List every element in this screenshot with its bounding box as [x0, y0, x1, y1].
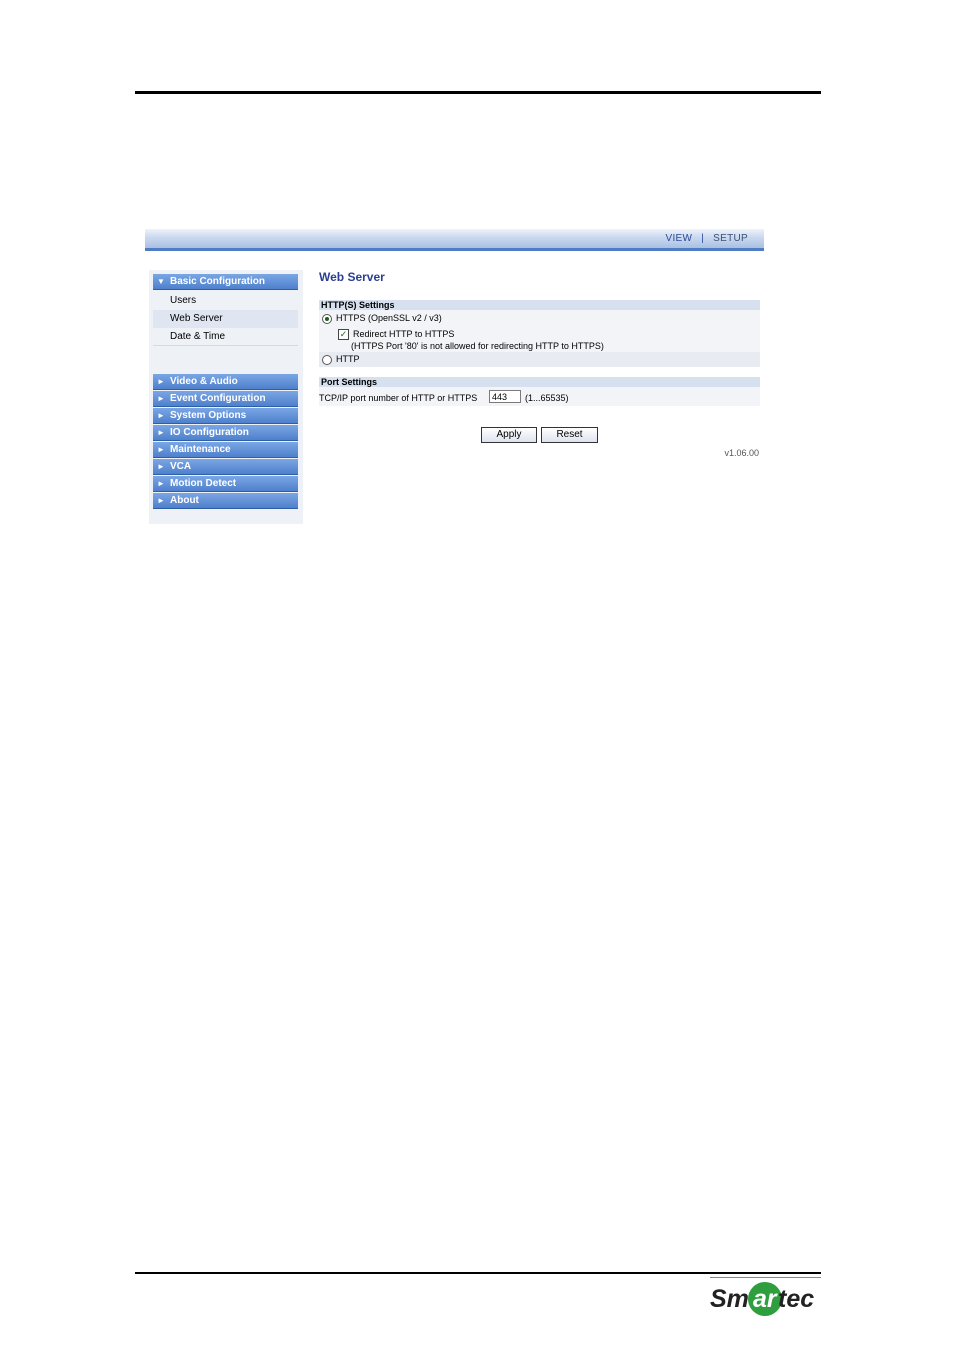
port-settings-heading: Port Settings: [319, 377, 760, 387]
caret-right-icon: ►: [157, 496, 165, 505]
page-title: Web Server: [319, 270, 385, 284]
menu-label: Maintenance: [170, 444, 231, 455]
menu-system-options[interactable]: ► System Options: [153, 408, 298, 424]
caret-right-icon: ►: [157, 411, 165, 420]
menu-about[interactable]: ► About: [153, 493, 298, 509]
menu-video-audio[interactable]: ► Video & Audio: [153, 374, 298, 390]
apply-button[interactable]: Apply: [481, 427, 537, 443]
menu-label: Video & Audio: [170, 376, 238, 387]
port-label: TCP/IP port number of HTTP or HTTPS: [319, 393, 478, 403]
svg-text:ar: ar: [753, 1285, 778, 1313]
redirect-checkbox[interactable]: ✓: [338, 329, 349, 340]
setup-link[interactable]: SETUP: [713, 233, 748, 244]
caret-right-icon: ►: [157, 462, 165, 471]
menu-label: About: [170, 495, 199, 506]
menu-label: Event Configuration: [170, 393, 266, 404]
bottom-rule: [135, 1272, 821, 1274]
header-bar: VIEW | SETUP: [145, 229, 764, 251]
firmware-version: v1.06.00: [724, 448, 759, 458]
menu-event-configuration[interactable]: ► Event Configuration: [153, 391, 298, 407]
port-input[interactable]: 443: [489, 390, 521, 403]
view-link[interactable]: VIEW: [665, 233, 692, 244]
top-nav: VIEW | SETUP: [665, 233, 748, 244]
menu-label: Basic Configuration: [170, 276, 266, 287]
caret-right-icon: ►: [157, 479, 165, 488]
menu-label: VCA: [170, 461, 192, 472]
nav-separator: |: [701, 233, 705, 244]
caret-right-icon: ►: [157, 394, 165, 403]
redirect-label: Redirect HTTP to HTTPS: [353, 329, 455, 339]
reset-button[interactable]: Reset: [541, 427, 598, 443]
https-settings-heading: HTTP(S) Settings: [319, 300, 760, 310]
caret-down-icon: ▼: [157, 277, 165, 286]
menu-io-configuration[interactable]: ► IO Configuration: [153, 425, 298, 441]
sidebar-item-web-server[interactable]: Web Server: [153, 310, 298, 328]
https-radio[interactable]: [322, 314, 332, 324]
check-icon: ✓: [339, 329, 348, 339]
smartec-logo: Sm ar tec: [710, 1282, 814, 1316]
http-row-bg: [319, 352, 760, 367]
menu-basic-configuration[interactable]: ▼ Basic Configuration: [153, 274, 298, 290]
menu-label: System Options: [170, 410, 247, 421]
http-option-label: HTTP: [336, 354, 360, 364]
caret-right-icon: ►: [157, 377, 165, 386]
https-option-label: HTTPS (OpenSSL v2 / v3): [336, 313, 442, 323]
menu-label: IO Configuration: [170, 427, 249, 438]
caret-right-icon: ►: [157, 428, 165, 437]
svg-text:Sm: Sm: [710, 1285, 749, 1313]
radio-selected-dot: [325, 317, 329, 321]
logo-rule: [710, 1277, 821, 1278]
sidebar: ▼ Basic Configuration Users Web Server Da…: [149, 270, 303, 524]
caret-right-icon: ►: [157, 445, 165, 454]
menu-divider: [153, 345, 298, 346]
port-range-hint: (1...65535): [525, 393, 569, 403]
menu-maintenance[interactable]: ► Maintenance: [153, 442, 298, 458]
redirect-note: (HTTPS Port '80' is not allowed for redi…: [351, 341, 604, 351]
sidebar-item-date-time[interactable]: Date & Time: [153, 328, 298, 346]
http-radio[interactable]: [322, 355, 332, 365]
sidebar-item-users[interactable]: Users: [153, 292, 298, 310]
menu-motion-detect[interactable]: ► Motion Detect: [153, 476, 298, 492]
top-rule: [135, 91, 821, 94]
menu-vca[interactable]: ► VCA: [153, 459, 298, 475]
menu-label: Motion Detect: [170, 478, 237, 489]
svg-text:tec: tec: [778, 1285, 814, 1313]
